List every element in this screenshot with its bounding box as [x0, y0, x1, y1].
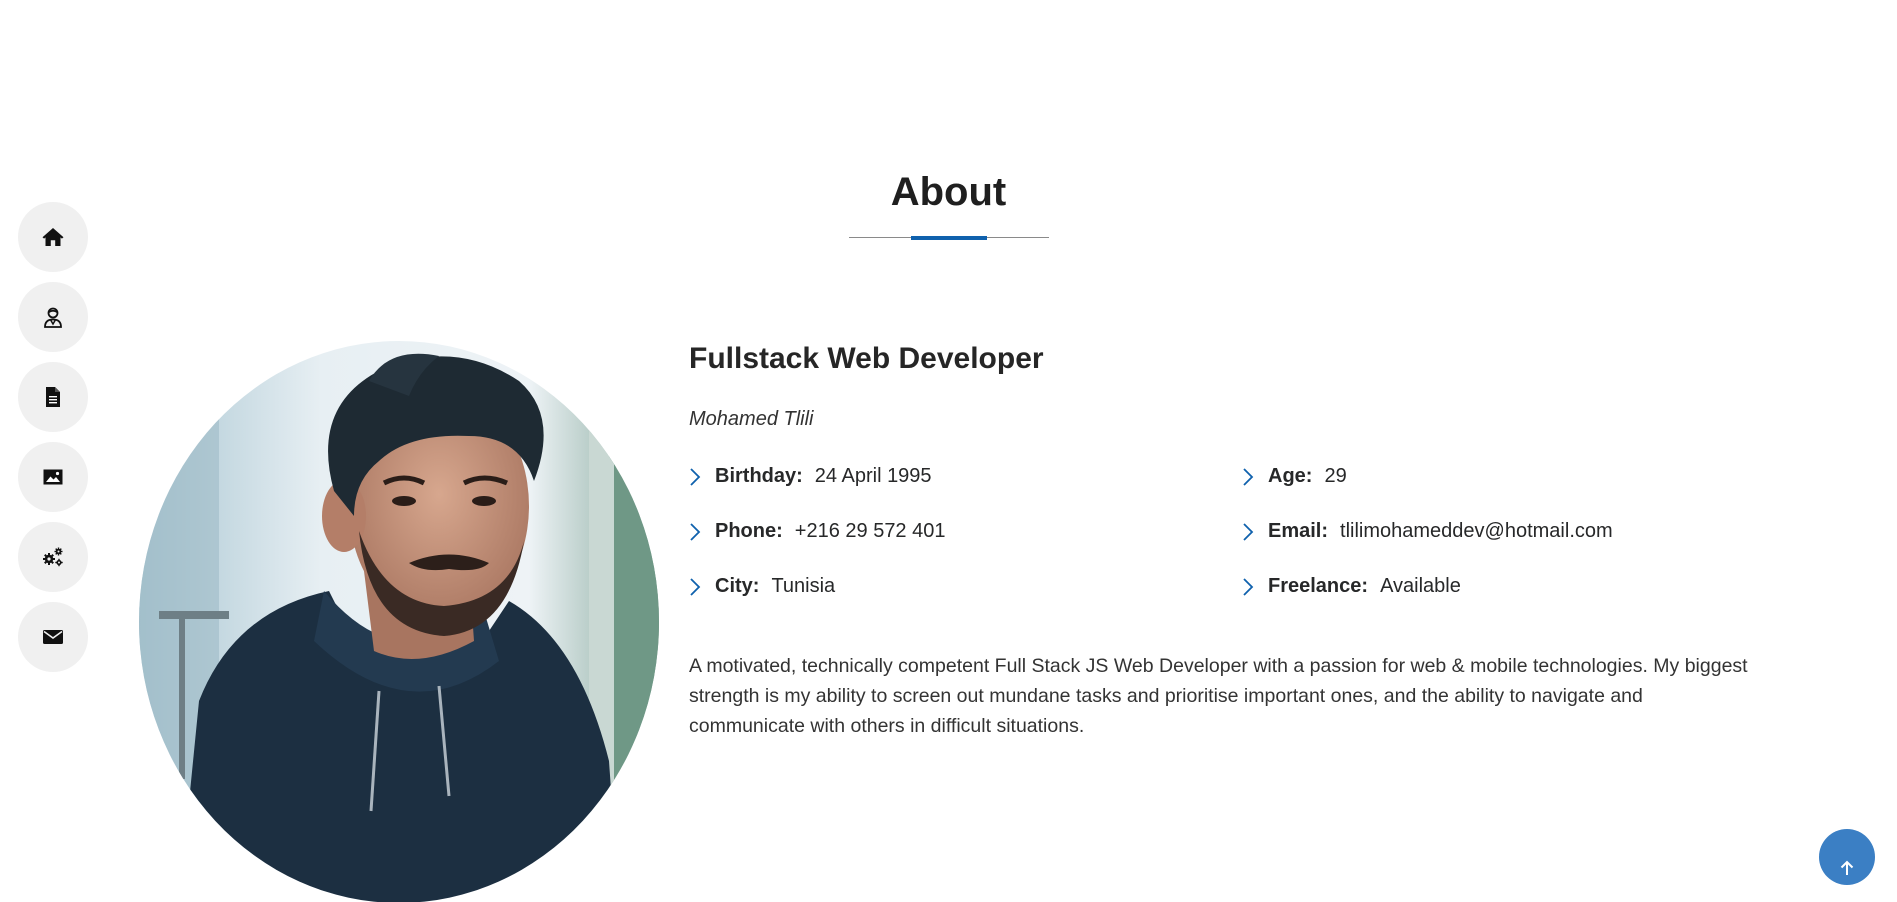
- person-name: Mohamed Tlili: [689, 408, 814, 430]
- nav-about-button[interactable]: [18, 282, 88, 352]
- chevron-right-icon: [1242, 576, 1258, 598]
- detail-label: Freelance:: [1268, 575, 1369, 597]
- detail-value: 24 April 1995: [814, 465, 932, 487]
- detail-value: Tunisia: [771, 575, 836, 597]
- detail-label: Phone:: [715, 520, 783, 542]
- detail-value: 29: [1324, 465, 1347, 487]
- chevron-right-icon: [1242, 466, 1258, 488]
- back-to-top-button[interactable]: [1819, 829, 1875, 885]
- nav-services-button[interactable]: [18, 522, 88, 592]
- bio-paragraph: A motivated, technically competent Full …: [689, 655, 1748, 737]
- detail-label: Age:: [1268, 465, 1313, 487]
- detail-value: +216 29 572 401: [794, 520, 946, 542]
- person-icon: [44, 307, 62, 328]
- title-underline: [848, 236, 1049, 240]
- detail-label: Birthday:: [715, 465, 803, 487]
- underline-accent: [910, 236, 987, 240]
- detail-value: tlilimohameddev@hotmail.com: [1340, 520, 1613, 542]
- chevron-right-icon: [1242, 521, 1258, 543]
- detail-label: City:: [715, 575, 760, 597]
- detail-city: City: Tunisia: [689, 574, 1242, 599]
- section-header: About: [0, 162, 1897, 240]
- details-list: Birthday: 24 April 1995 Age: 29 Phone: +…: [689, 464, 1759, 599]
- envelope-icon: [43, 630, 63, 644]
- document-icon: [46, 387, 60, 407]
- role-title: Fullstack Web Developer: [689, 342, 1044, 375]
- side-nav: [18, 202, 88, 672]
- image-icon: [43, 469, 63, 485]
- detail-value: Available: [1380, 575, 1461, 597]
- nav-resume-button[interactable]: [18, 362, 88, 432]
- detail-label: Email:: [1268, 520, 1329, 542]
- nav-contact-button[interactable]: [18, 602, 88, 672]
- profile-photo: [139, 341, 659, 902]
- chevron-right-icon: [689, 466, 705, 488]
- detail-freelance: Freelance: Available: [1242, 574, 1795, 599]
- page: About Fullstack Web Developer Mohamed Tl…: [0, 0, 1897, 902]
- nav-portfolio-button[interactable]: [18, 442, 88, 512]
- arrow-up-icon: [1840, 860, 1854, 875]
- detail-phone: Phone: +216 29 572 401: [689, 519, 1242, 544]
- detail-email: Email: tlilimohameddev@hotmail.com: [1242, 519, 1795, 544]
- detail-birthday: Birthday: 24 April 1995: [689, 464, 1242, 489]
- chevron-right-icon: [689, 521, 705, 543]
- about-content: Fullstack Web Developer Mohamed Tlili Bi…: [689, 336, 1759, 761]
- section-title: About: [890, 170, 1007, 214]
- profile-photo-illustration: [139, 341, 659, 902]
- gears-icon: [43, 547, 63, 567]
- chevron-right-icon: [689, 576, 705, 598]
- detail-age: Age: 29: [1242, 464, 1795, 489]
